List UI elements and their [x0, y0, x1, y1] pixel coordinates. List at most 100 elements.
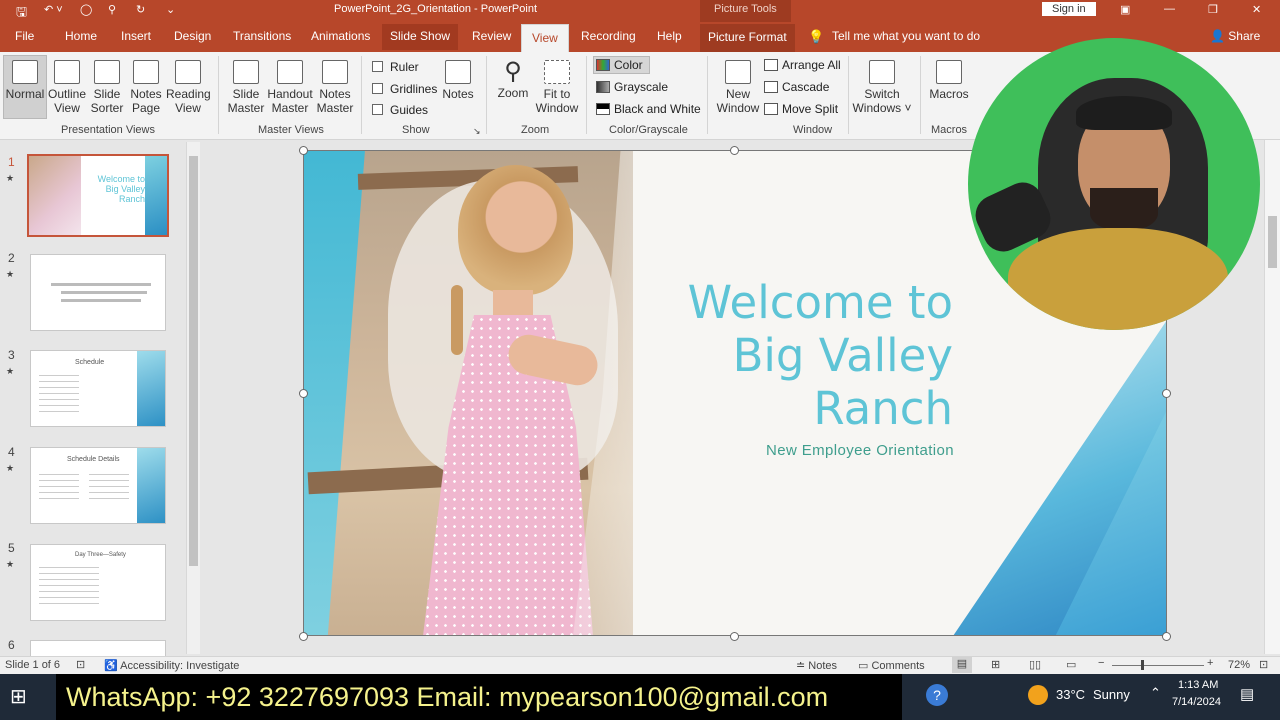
thumb-photo: [29, 156, 81, 235]
tab-transitions[interactable]: Transitions: [233, 29, 291, 43]
slide-subtitle[interactable]: New Employee Orientation: [703, 442, 954, 459]
notes-toggle-button[interactable]: Notes: [440, 60, 476, 101]
scroll-thumb[interactable]: [1268, 216, 1277, 268]
undo-icon[interactable]: ↶ ˅: [44, 3, 63, 16]
tab-slide-show[interactable]: Slide Show: [382, 24, 459, 50]
zoom-button[interactable]: ⚲ Zoom: [494, 58, 532, 100]
gridlines-checkbox[interactable]: Gridlines: [372, 82, 437, 96]
clock-date[interactable]: 7/14/2024: [1172, 696, 1221, 708]
checkbox-icon: [372, 61, 383, 72]
comments-button[interactable]: ▭ Comments: [858, 659, 925, 672]
normal-view-icon: [12, 60, 38, 84]
move-split-button[interactable]: Move Split: [764, 102, 838, 116]
notes-master-button[interactable]: Notes Master: [316, 60, 354, 115]
normal-view-icon[interactable]: ▤: [952, 657, 972, 673]
repeat-icon[interactable]: ↻: [136, 3, 145, 16]
arrange-all-button[interactable]: Arrange All: [764, 58, 841, 72]
macros-icon: [936, 60, 962, 84]
slide-thumbnail-5[interactable]: Day Three—Safety: [30, 544, 166, 621]
thumb-accent: [137, 448, 165, 523]
zoom-slider-thumb[interactable]: [1141, 660, 1144, 670]
windows-start-icon[interactable]: ⊞: [10, 684, 27, 709]
notification-icon[interactable]: ▤: [1240, 685, 1254, 703]
slide-thumbnail-1[interactable]: Welcome to Big Valley Ranch: [27, 154, 169, 237]
girl-head: [458, 165, 573, 295]
grayscale-button[interactable]: Grayscale: [596, 80, 668, 94]
slide-sorter-button[interactable]: Slide Sorter: [90, 60, 124, 115]
clock-time[interactable]: 1:13 AM: [1178, 679, 1218, 691]
tab-recording[interactable]: Recording: [581, 29, 636, 43]
zoom-out-icon[interactable]: −: [1098, 657, 1104, 669]
present-icon[interactable]: ⚲: [108, 3, 116, 16]
switch-windows-button[interactable]: Switch Windows ˅: [852, 60, 912, 115]
resize-handle[interactable]: [730, 146, 739, 155]
slide-sorter-icon[interactable]: ⊞: [991, 658, 1000, 671]
tab-home[interactable]: Home: [65, 29, 97, 43]
tab-help[interactable]: Help: [657, 29, 682, 43]
tab-view[interactable]: View: [521, 24, 569, 52]
tell-me-search[interactable]: Tell me what you want to do: [832, 29, 980, 43]
fit-to-window-button[interactable]: Fit to Window: [535, 60, 579, 115]
tab-file[interactable]: File: [15, 29, 34, 43]
guides-checkbox[interactable]: Guides: [372, 103, 428, 117]
slide-thumbnail-3[interactable]: Schedule: [30, 350, 166, 427]
slide-title[interactable]: Welcome to Big Valley Ranch: [663, 276, 953, 435]
restore-icon[interactable]: ❐: [1208, 3, 1218, 16]
resize-handle[interactable]: [1162, 632, 1171, 641]
notes-button[interactable]: ≐ Notes: [796, 659, 837, 672]
weather-condition[interactable]: Sunny: [1093, 687, 1130, 702]
handout-master-button[interactable]: Handout Master: [266, 60, 314, 115]
zoom-in-icon[interactable]: +: [1207, 657, 1213, 669]
slide-master-button[interactable]: Slide Master: [227, 60, 265, 115]
color-button[interactable]: Color: [593, 56, 650, 74]
tab-insert[interactable]: Insert: [121, 29, 151, 43]
outline-view-button[interactable]: Outline View: [48, 60, 86, 115]
minimize-icon[interactable]: —: [1164, 3, 1175, 15]
thumb-accent: [145, 156, 167, 235]
slide-thumbnail-2[interactable]: [30, 254, 166, 331]
resize-handle[interactable]: [1162, 389, 1171, 398]
tab-picture-format[interactable]: Picture Format: [700, 24, 795, 52]
resize-handle[interactable]: [730, 632, 739, 641]
new-window-button[interactable]: New Window: [716, 60, 760, 115]
tab-animations[interactable]: Animations: [311, 29, 370, 43]
slide-thumbnail-4[interactable]: Schedule Details: [30, 447, 166, 524]
notes-page-button[interactable]: Notes Page: [128, 60, 164, 115]
share-button[interactable]: 👤 Share: [1210, 29, 1260, 43]
resize-handle[interactable]: [299, 632, 308, 641]
customize-qat-icon[interactable]: ⌄: [166, 3, 175, 16]
temperature[interactable]: 33°C: [1056, 687, 1085, 702]
resize-handle[interactable]: [299, 389, 308, 398]
zoom-slider[interactable]: [1112, 660, 1204, 670]
macros-button[interactable]: Macros: [929, 60, 969, 101]
help-app-icon[interactable]: ?: [926, 684, 948, 706]
slideshow-icon[interactable]: ▭: [1066, 658, 1076, 671]
editor-scrollbar[interactable]: [1264, 140, 1280, 654]
reading-view-icon[interactable]: ▯▯: [1029, 658, 1041, 671]
spelling-icon[interactable]: ⊡: [76, 658, 85, 671]
slide-thumbnail-6[interactable]: [30, 640, 166, 656]
cascade-button[interactable]: Cascade: [764, 80, 829, 94]
chevron-up-icon[interactable]: ⌃: [1150, 685, 1161, 701]
reading-view-icon: [175, 60, 201, 84]
tab-review[interactable]: Review: [472, 29, 511, 43]
dialog-launcher-icon[interactable]: ↘: [473, 126, 481, 137]
close-icon[interactable]: ✕: [1252, 3, 1261, 16]
normal-view-button[interactable]: Normal: [3, 55, 47, 119]
black-white-button[interactable]: Black and White: [596, 102, 701, 116]
thumb-title: Schedule: [75, 359, 105, 366]
reading-view-button[interactable]: Reading View: [166, 60, 211, 115]
animation-star-icon: ★: [6, 366, 15, 376]
ribbon-display-icon[interactable]: ▣: [1120, 3, 1130, 16]
tab-design[interactable]: Design: [174, 29, 211, 43]
redo-icon[interactable]: ◯: [80, 3, 92, 16]
zoom-percent[interactable]: 72%: [1228, 659, 1250, 671]
resize-handle[interactable]: [299, 146, 308, 155]
thumbnail-scrollbar[interactable]: [186, 142, 200, 654]
fit-slide-icon[interactable]: ⊡: [1259, 658, 1268, 671]
accessibility-button[interactable]: ♿ Accessibility: Investigate: [104, 659, 239, 672]
scroll-thumb[interactable]: [189, 156, 198, 566]
cascade-icon: [764, 81, 778, 93]
sign-in-button[interactable]: Sign in: [1042, 2, 1096, 16]
ruler-checkbox[interactable]: Ruler: [372, 60, 419, 74]
